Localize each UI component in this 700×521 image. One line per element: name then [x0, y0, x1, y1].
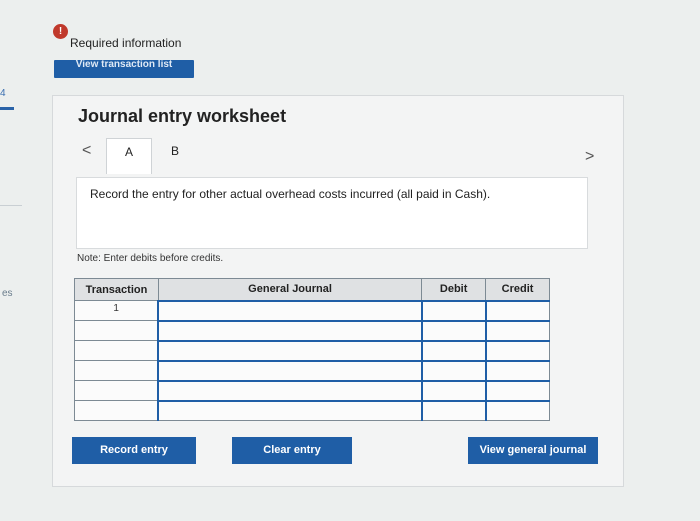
- transaction-cell: [74, 360, 159, 381]
- view-general-journal-button[interactable]: View general journal: [468, 437, 598, 464]
- instruction-text: Record the entry for other actual overhe…: [90, 187, 491, 201]
- table-row: [74, 319, 550, 341]
- exclamation-circle-icon: !: [53, 24, 68, 39]
- edge-bar: [0, 107, 14, 110]
- transaction-cell: [74, 380, 159, 401]
- credit-input[interactable]: [484, 399, 550, 421]
- general-journal-input[interactable]: [157, 379, 423, 401]
- header-transaction: Transaction: [74, 278, 159, 301]
- debit-input[interactable]: [420, 359, 487, 381]
- record-entry-button[interactable]: Record entry: [72, 437, 196, 464]
- header-debit: Debit: [421, 278, 487, 301]
- table-row: [74, 339, 550, 361]
- table-row: 1: [74, 299, 550, 321]
- table-row: [74, 399, 550, 421]
- transaction-cell: [74, 320, 159, 341]
- debit-input[interactable]: [420, 299, 487, 321]
- chevron-right-icon[interactable]: >: [585, 148, 594, 166]
- debit-input[interactable]: [420, 399, 487, 421]
- note-text: Note: Enter debits before credits.: [77, 253, 224, 264]
- transaction-cell: [74, 340, 159, 361]
- tab-a[interactable]: A: [106, 138, 152, 174]
- general-journal-input[interactable]: [157, 319, 423, 341]
- general-journal-input[interactable]: [157, 359, 423, 381]
- transaction-cell: [74, 400, 159, 421]
- header-credit: Credit: [485, 278, 550, 301]
- edge-divider: [0, 205, 22, 206]
- edge-text: es: [2, 288, 13, 299]
- header-general-journal: General Journal: [157, 278, 423, 301]
- clear-entry-button[interactable]: Clear entry: [232, 437, 352, 464]
- credit-input[interactable]: [484, 319, 550, 341]
- general-journal-input[interactable]: [157, 399, 423, 421]
- required-information-label: Required information: [70, 36, 182, 50]
- debit-input[interactable]: [420, 339, 487, 361]
- worksheet-title: Journal entry worksheet: [78, 106, 287, 126]
- credit-input[interactable]: [484, 299, 550, 321]
- tab-b[interactable]: B: [152, 138, 198, 174]
- table-row: [74, 359, 550, 381]
- credit-input[interactable]: [484, 379, 550, 401]
- general-journal-input[interactable]: [157, 299, 423, 321]
- debit-input[interactable]: [420, 319, 487, 341]
- edge-number: 4: [0, 88, 6, 99]
- journal-table: Transaction General Journal Debit Credit…: [74, 278, 550, 421]
- table-row: [74, 379, 550, 401]
- view-transaction-list-button[interactable]: View transaction list: [54, 60, 194, 78]
- chevron-left-icon[interactable]: <: [82, 142, 91, 160]
- debit-input[interactable]: [420, 379, 487, 401]
- general-journal-input[interactable]: [157, 339, 423, 361]
- credit-input[interactable]: [484, 359, 550, 381]
- credit-input[interactable]: [484, 339, 550, 361]
- transaction-cell: 1: [74, 300, 159, 321]
